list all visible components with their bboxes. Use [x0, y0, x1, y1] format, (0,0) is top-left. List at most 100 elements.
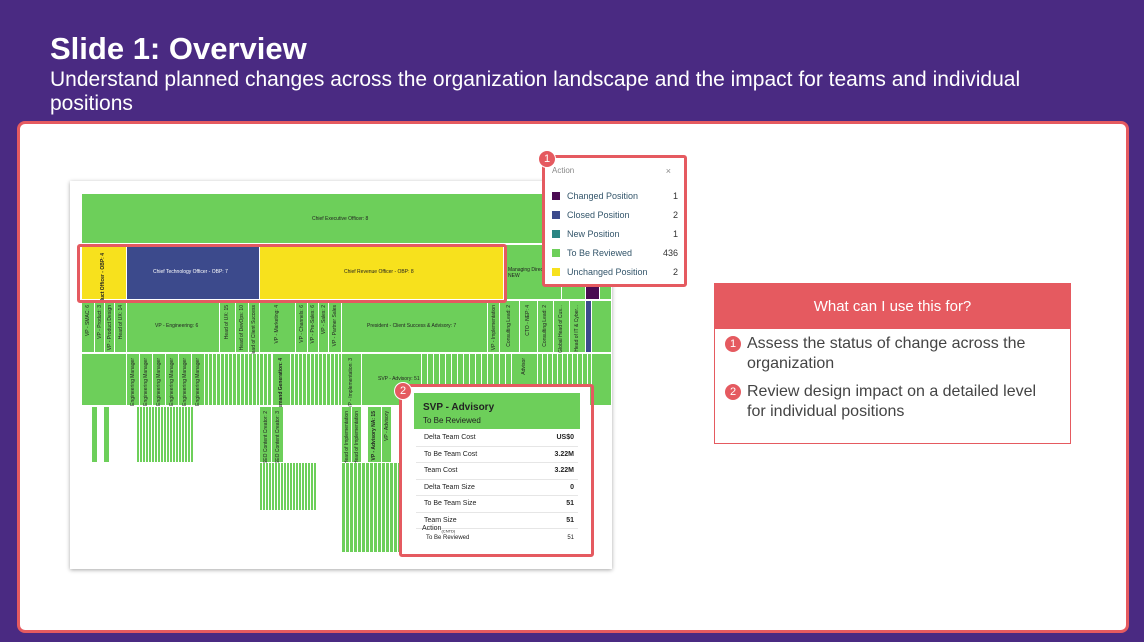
- usage-item-1: Assess the status of change across the o…: [747, 335, 1026, 372]
- row3-node[interactable]: [592, 301, 612, 353]
- row3-node[interactable]: VP - Product Design: [105, 301, 115, 353]
- row5-node[interactable]: [137, 407, 195, 463]
- row3-node[interactable]: President - Client Success & Advisory: 7: [342, 301, 488, 353]
- row4-node[interactable]: [205, 354, 260, 406]
- legend-item-label: Changed Position: [567, 191, 639, 201]
- row3-node[interactable]: CTO - NEP: 4: [520, 301, 538, 353]
- row4-label: SVP - Advisory: 51: [378, 376, 420, 382]
- metric-label: Team Cost: [424, 467, 458, 474]
- row5-node[interactable]: Head of Implementation: [352, 407, 362, 465]
- slide-title: Slide 1: Overview: [50, 31, 307, 66]
- legend-item-count: 436: [662, 248, 678, 258]
- metric-label: Team Size: [424, 516, 457, 524]
- ceo-node[interactable]: Chief Executive Officer: 8: [82, 194, 612, 244]
- row5-node[interactable]: VP - Advisory NA: 15: [368, 407, 382, 463]
- legend-item-unchanged[interactable]: Unchanged Position 2: [552, 266, 678, 278]
- row3-label: VP - SMAC: 6: [85, 305, 91, 337]
- row3-label: VP - Marketing: 4: [274, 305, 280, 344]
- row4-node[interactable]: Head of Demand Generation: 4: [273, 354, 291, 431]
- row4-node[interactable]: Engineering Manager: [179, 354, 192, 406]
- legend-item-count: 2: [672, 210, 678, 220]
- row3-label: Global Head of Cus...: [558, 305, 564, 353]
- usage-badge-1: 1: [724, 335, 742, 353]
- row4-node[interactable]: [260, 354, 273, 406]
- row4-node[interactable]: Engineering Manager: [192, 354, 205, 406]
- metric-label: Delta Team Cost: [424, 434, 476, 441]
- row3-node[interactable]: VP - Marketing: 4: [260, 301, 296, 353]
- card-action-value: To Be Reviewed: [426, 535, 470, 541]
- row4-node[interactable]: Engineering Manager: [127, 354, 140, 406]
- row3-node[interactable]: Head of UX: 14: [115, 301, 127, 353]
- row3-node[interactable]: Head of DevOps: 10: [236, 301, 249, 353]
- metric-label: To Be Team Cost: [424, 450, 478, 458]
- row4-node[interactable]: Engineering Manager: [140, 354, 153, 406]
- row3-node[interactable]: VP - Partner Sales: [329, 301, 342, 353]
- row4-node[interactable]: [291, 354, 342, 406]
- usage-box-title: What can I use this for?: [715, 284, 1070, 329]
- row3-node[interactable]: VP - Product: 3: [95, 301, 105, 353]
- usage-box: What can I use this for? 1 Assess the st…: [714, 283, 1071, 444]
- row3-node[interactable]: Consulting Lead: 2: [500, 301, 520, 353]
- position-detail-card[interactable]: SVP - Advisory To Be Reviewed Delta Team…: [402, 387, 590, 553]
- card-title: SVP - Advisory: [423, 402, 495, 413]
- row3-node[interactable]: Head of Client Success: [249, 301, 260, 357]
- row5-node[interactable]: Head of Implementation: [342, 407, 352, 464]
- row3-node[interactable]: Consulting Lead: 2: [538, 301, 554, 353]
- row3-node[interactable]: VP - Channels: 6: [296, 301, 308, 353]
- legend-title: Action: [552, 166, 575, 175]
- legend-item-label: New Position: [567, 229, 620, 239]
- row4-node[interactable]: VP - Implementation: 3: [342, 354, 362, 409]
- legend-item-label: Closed Position: [567, 210, 630, 220]
- row3-label: Head of IT & Cyber...: [574, 305, 580, 352]
- legend-item-closed[interactable]: Closed Position 2: [552, 209, 678, 221]
- row3-node[interactable]: VP - Implementation: [488, 301, 500, 353]
- legend-item-count: 1: [672, 229, 678, 239]
- row4-node[interactable]: Engineering Manager: [153, 354, 166, 406]
- row5-node[interactable]: [104, 407, 110, 463]
- row4-node[interactable]: [82, 354, 127, 406]
- card-header: SVP - Advisory To Be Reviewed: [414, 393, 580, 429]
- metric-row: Delta Team Size 0: [416, 480, 578, 496]
- close-icon[interactable]: ×: [666, 166, 671, 176]
- row5-node[interactable]: [260, 463, 318, 511]
- step-badge-2: 2: [394, 382, 412, 400]
- row5-label: VP - Advisory NA: 15: [371, 411, 377, 461]
- metric-label: Delta Team Size: [424, 483, 475, 491]
- row5-label: Head of Implementation: [354, 411, 360, 465]
- row4-label: Engineering Manager: [195, 358, 201, 406]
- usage-badge-2: 2: [724, 383, 742, 401]
- row4-node[interactable]: Engineering Manager: [166, 354, 179, 406]
- legend-item-to-be-reviewed[interactable]: To Be Reviewed 436: [552, 247, 678, 259]
- row4-label: Engineering Manager: [130, 358, 136, 406]
- row3-label: VP - Sales: 2: [321, 305, 327, 335]
- card-metrics-table: Delta Team Cost US$0 To Be Team Cost 3.22M…: [416, 430, 578, 529]
- row3-label: VP - Product: 3: [97, 305, 103, 339]
- row5-label: SEO Content Creator: 2: [263, 411, 269, 465]
- row5-node[interactable]: VP - Advisory: [382, 407, 392, 463]
- row3-label: VP - Product Design: [107, 305, 113, 351]
- card-action-count: 51: [567, 535, 574, 541]
- row3-label: VP - Implementation: [491, 305, 497, 351]
- usage-item-2: Review design impact on a detailed level…: [747, 383, 1037, 420]
- ceo-label: Chief Executive Officer: 8: [312, 216, 369, 222]
- metric-value: US$0: [556, 434, 574, 441]
- legend-item-changed[interactable]: Changed Position 1: [552, 190, 678, 202]
- legend-item-label: To Be Reviewed: [567, 248, 633, 258]
- row3-node[interactable]: Head of UX: 15: [220, 301, 236, 353]
- row5-node[interactable]: [92, 407, 98, 463]
- swatch-icon: [552, 211, 560, 219]
- row5-node[interactable]: SEO Content Creator: 3: [272, 407, 284, 465]
- row4-node[interactable]: [592, 354, 612, 406]
- row4-label: Advisor: [521, 358, 527, 375]
- row4-label: Engineering Manager: [156, 358, 162, 406]
- row5-label: SEO Content Creator: 3: [275, 411, 281, 465]
- row3-node[interactable]: VP - Pre-Sales: 6: [308, 301, 319, 353]
- row3-node[interactable]: VP - Engineering: 6: [127, 301, 220, 353]
- legend-item-new[interactable]: New Position 1: [552, 228, 678, 240]
- row3-node[interactable]: VP - Sales: 2: [319, 301, 329, 353]
- row3-node[interactable]: Head of IT & Cyber...: [570, 301, 586, 353]
- metric-value: 0: [570, 483, 574, 491]
- row3-node[interactable]: Global Head of Cus...: [554, 301, 570, 353]
- row5-node[interactable]: SEO Content Creator: 2: [260, 407, 272, 465]
- row3-node[interactable]: VP - SMAC: 6: [82, 301, 95, 353]
